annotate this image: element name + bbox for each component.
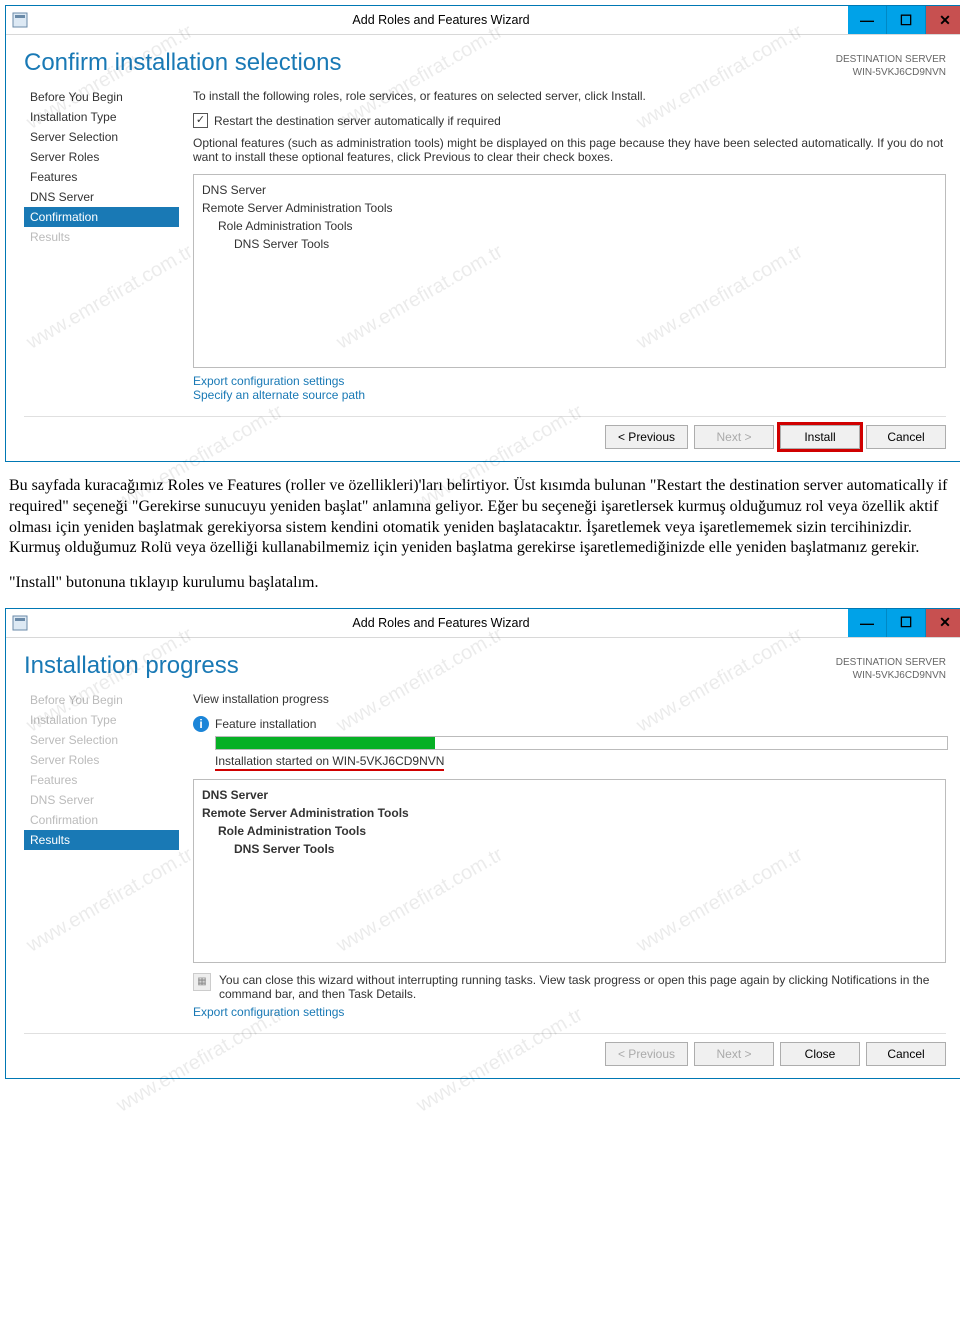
button-row: < Previous Next > Install Cancel — [24, 416, 946, 449]
nav-features: Features — [24, 770, 179, 790]
export-settings-link[interactable]: Export configuration settings — [193, 374, 946, 388]
optional-features-note: Optional features (such as administratio… — [193, 136, 946, 164]
app-icon — [12, 12, 28, 28]
view-progress-label: View installation progress — [193, 692, 946, 706]
app-icon — [12, 615, 28, 631]
feature-installation-label: Feature installation — [215, 717, 316, 731]
alternate-source-link[interactable]: Specify an alternate source path — [193, 388, 946, 402]
nav-installation-type[interactable]: Installation Type — [24, 107, 179, 127]
list-item: Remote Server Administration Tools — [202, 199, 937, 217]
installation-started-label: Installation started on WIN-5VKJ6CD9NVN — [215, 754, 444, 771]
restart-checkbox-label: Restart the destination server automatic… — [214, 114, 501, 128]
destination-server: DESTINATION SERVER WIN-5VKJ6CD9NVN — [836, 656, 946, 682]
progress-bar — [215, 736, 948, 750]
wizard-window-progress: www.emrefirat.com.tr www.emrefirat.com.t… — [5, 608, 960, 1079]
cancel-button[interactable]: Cancel — [866, 1042, 946, 1066]
page-title: Confirm installation selections — [24, 49, 836, 77]
nav-before-you-begin: Before You Begin — [24, 690, 179, 710]
nav-installation-type: Installation Type — [24, 710, 179, 730]
list-item: DNS Server Tools — [202, 235, 937, 253]
list-item: Role Administration Tools — [202, 822, 937, 840]
close-note-text: You can close this wizard without interr… — [219, 973, 946, 1001]
left-nav: Before You Begin Installation Type Serve… — [24, 87, 179, 402]
wizard-window-confirm: www.emrefirat.com.tr www.emrefirat.com.t… — [5, 5, 960, 462]
install-button[interactable]: Install — [780, 425, 860, 449]
nav-confirmation[interactable]: Confirmation — [24, 207, 179, 227]
page-title: Installation progress — [24, 652, 836, 680]
next-button: Next > — [694, 1042, 774, 1066]
minimize-button[interactable]: — — [848, 609, 887, 637]
destination-server: DESTINATION SERVER WIN-5VKJ6CD9NVN — [836, 53, 946, 79]
next-button: Next > — [694, 425, 774, 449]
note-icon: ▦ — [193, 973, 211, 991]
article-paragraph: Bu sayfada kuracağımız Roles ve Features… — [9, 476, 960, 559]
nav-dns-server: DNS Server — [24, 790, 179, 810]
nav-server-selection[interactable]: Server Selection — [24, 127, 179, 147]
list-item: DNS Server — [202, 181, 937, 199]
window-title: Add Roles and Features Wizard — [34, 616, 848, 630]
nav-confirmation: Confirmation — [24, 810, 179, 830]
nav-server-roles: Server Roles — [24, 750, 179, 770]
nav-server-selection: Server Selection — [24, 730, 179, 750]
list-item: Role Administration Tools — [202, 217, 937, 235]
previous-button: < Previous — [605, 1042, 688, 1066]
info-icon: i — [193, 716, 209, 732]
list-item: DNS Server — [202, 786, 937, 804]
nav-results: Results — [24, 227, 179, 247]
titlebar: Add Roles and Features Wizard — ☐ ✕ — [6, 609, 960, 638]
nav-dns-server[interactable]: DNS Server — [24, 187, 179, 207]
intro-text: To install the following roles, role ser… — [193, 89, 946, 103]
nav-before-you-begin[interactable]: Before You Begin — [24, 87, 179, 107]
features-listbox: DNS Server Remote Server Administration … — [193, 779, 946, 963]
list-item: Remote Server Administration Tools — [202, 804, 937, 822]
export-settings-link[interactable]: Export configuration settings — [193, 1005, 946, 1019]
left-nav: Before You Begin Installation Type Serve… — [24, 690, 179, 1019]
features-listbox: DNS Server Remote Server Administration … — [193, 174, 946, 368]
previous-button[interactable]: < Previous — [605, 425, 688, 449]
article-paragraph: "Install" butonuna tıklayıp kurulumu baş… — [9, 573, 960, 594]
cancel-button[interactable]: Cancel — [866, 425, 946, 449]
maximize-button[interactable]: ☐ — [887, 609, 926, 637]
minimize-button[interactable]: — — [848, 6, 887, 34]
maximize-button[interactable]: ☐ — [887, 6, 926, 34]
button-row: < Previous Next > Close Cancel — [24, 1033, 946, 1066]
close-button[interactable]: Close — [780, 1042, 860, 1066]
restart-checkbox[interactable]: ✓ — [193, 113, 208, 128]
nav-results[interactable]: Results — [24, 830, 179, 850]
nav-server-roles[interactable]: Server Roles — [24, 147, 179, 167]
close-button[interactable]: ✕ — [926, 609, 960, 637]
close-button[interactable]: ✕ — [926, 6, 960, 34]
titlebar: Add Roles and Features Wizard — ☐ ✕ — [6, 6, 960, 35]
window-title: Add Roles and Features Wizard — [34, 13, 848, 27]
list-item: DNS Server Tools — [202, 840, 937, 858]
nav-features[interactable]: Features — [24, 167, 179, 187]
